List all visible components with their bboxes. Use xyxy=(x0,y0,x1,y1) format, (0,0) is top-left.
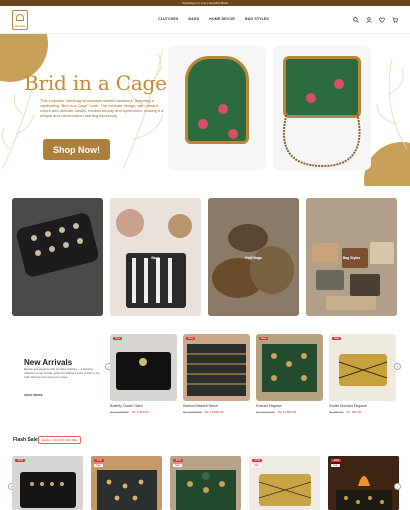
flower-motif xyxy=(334,79,344,89)
announcement-text: Handbags for every beautiful Bride xyxy=(181,1,229,5)
search-icon[interactable] xyxy=(353,17,359,23)
sale-badge: Sale xyxy=(331,464,340,467)
product-image: New xyxy=(256,334,323,401)
new-arrivals-section: New Arrivals Elevate your elegance with … xyxy=(0,326,410,421)
section-title: New Arrivals xyxy=(24,358,73,367)
flash-product-card[interactable]: -50% xyxy=(12,456,83,510)
cart-icon[interactable] xyxy=(392,17,398,23)
discount-badge: -22% xyxy=(173,459,184,462)
flower-motif xyxy=(218,104,228,114)
flower-motif xyxy=(306,93,316,103)
store-logo[interactable]: HANDMADE xyxy=(12,10,28,30)
leaf-decoration-icon xyxy=(376,58,408,150)
discount-badge: -50% xyxy=(15,459,26,462)
nav-menu: CLUTCHES BAGS HOME DECOR BAG STYLES xyxy=(158,17,269,21)
sale-badge: Sale xyxy=(252,464,261,467)
category-label: Potli Bags xyxy=(245,256,262,260)
sale-badge: New xyxy=(186,337,196,340)
sale-badge: Sale xyxy=(94,464,103,467)
product-image: New xyxy=(183,334,250,401)
nav-item-home-decor[interactable]: HOME DECOR xyxy=(209,17,235,21)
discount-badge: -33% xyxy=(331,459,342,462)
category-label: Bags xyxy=(151,256,160,260)
flash-product-card[interactable]: -21% Sale xyxy=(249,456,320,510)
nav-item-bags[interactable]: BAGS xyxy=(188,17,199,21)
user-icon[interactable] xyxy=(366,17,372,23)
product-price: Rs. 890.00 Rs. 600.00 xyxy=(329,410,362,414)
bag-image xyxy=(185,56,249,144)
discount-badge: -23% xyxy=(94,459,105,462)
sale-badge: New xyxy=(332,337,342,340)
shop-more-link[interactable]: SHOP MORE xyxy=(24,393,43,397)
nav-icons xyxy=(353,17,398,23)
sale-badge: Sale xyxy=(173,464,182,467)
product-price: Rs. 12,000.00 Rs. 5,000.00 xyxy=(110,410,149,414)
logo-text: HANDMADE xyxy=(14,26,26,28)
shop-now-button[interactable]: Shop Now! xyxy=(43,139,110,160)
category-card-clutches[interactable] xyxy=(12,198,103,316)
flower-motif xyxy=(198,119,208,129)
logo-mark xyxy=(16,14,24,21)
category-card-bags[interactable]: Bags xyxy=(110,198,201,316)
main-navigation: HANDMADE CLUTCHES BAGS HOME DECOR BAG ST… xyxy=(0,6,410,34)
product-image: New xyxy=(329,334,396,401)
clutch-image xyxy=(12,198,103,316)
hero-banner: Brid in a Cage This exquisite handbag sh… xyxy=(0,34,410,186)
product-name: Emerald Elegance xyxy=(256,404,283,408)
flash-sale-section: Flash Sale Ends in: 00d 00h 00m 00s ‹ -5… xyxy=(0,433,410,510)
category-label: Bag Styles xyxy=(342,256,361,260)
flash-product-card[interactable]: -33% Sale xyxy=(328,456,399,510)
heart-icon[interactable] xyxy=(379,17,385,23)
product-name: Diamond Beaded Sleeve xyxy=(183,404,219,408)
slider-next-button[interactable]: › xyxy=(394,363,401,370)
product-card[interactable]: New Emerald Elegance Rs. 14,000.00 Rs. 11… xyxy=(256,334,323,414)
product-name: Butterfly Cluster Clutch xyxy=(110,404,143,408)
flash-product-card[interactable]: -22% Sale xyxy=(170,456,241,510)
hero-description: This exquisite handbag showcases skilled… xyxy=(40,98,164,118)
section-description: Elevate your elegance with our latest cl… xyxy=(24,368,100,379)
category-card-potli-bags[interactable]: Potli Bags xyxy=(208,198,299,316)
product-card[interactable]: New Diamond Beaded Sleeve Rs. 16,000.00 R… xyxy=(183,334,250,414)
nav-item-bag-styles[interactable]: BAG STYLES xyxy=(245,17,269,21)
product-price: Rs. 14,000.00 Rs. 11,500.00 xyxy=(256,410,297,414)
countdown-badge: Ends in: 00d 00h 00m 00s xyxy=(38,436,81,444)
slider-next-button[interactable]: › xyxy=(394,483,401,490)
chain-strap xyxy=(282,111,361,168)
sale-badge: New xyxy=(259,337,269,340)
sale-badge: New xyxy=(113,337,123,340)
product-image: New xyxy=(110,334,177,401)
hero-product-image[interactable] xyxy=(273,46,371,170)
product-name: Golden Diamond Elegance xyxy=(329,404,368,408)
product-card[interactable]: New Butterfly Cluster Clutch Rs. 12,000.… xyxy=(110,334,177,414)
hero-title: Brid in a Cage xyxy=(24,71,167,95)
hero-product-image[interactable] xyxy=(168,46,266,170)
nav-item-clutches[interactable]: CLUTCHES xyxy=(158,17,178,21)
flower-motif xyxy=(228,129,238,139)
product-card[interactable]: New Golden Diamond Elegance Rs. 890.00 Rs… xyxy=(329,334,396,414)
discount-badge: -21% xyxy=(252,459,263,462)
flash-product-card[interactable]: -23% Sale xyxy=(91,456,162,510)
section-title: Flash Sale xyxy=(13,437,38,443)
product-price: Rs. 16,000.00 Rs. 13,000.00 xyxy=(183,410,224,414)
category-grid: Bags Potli Bags Bag Styles xyxy=(0,198,410,316)
category-card-bag-styles[interactable]: Bag Styles xyxy=(306,198,397,316)
